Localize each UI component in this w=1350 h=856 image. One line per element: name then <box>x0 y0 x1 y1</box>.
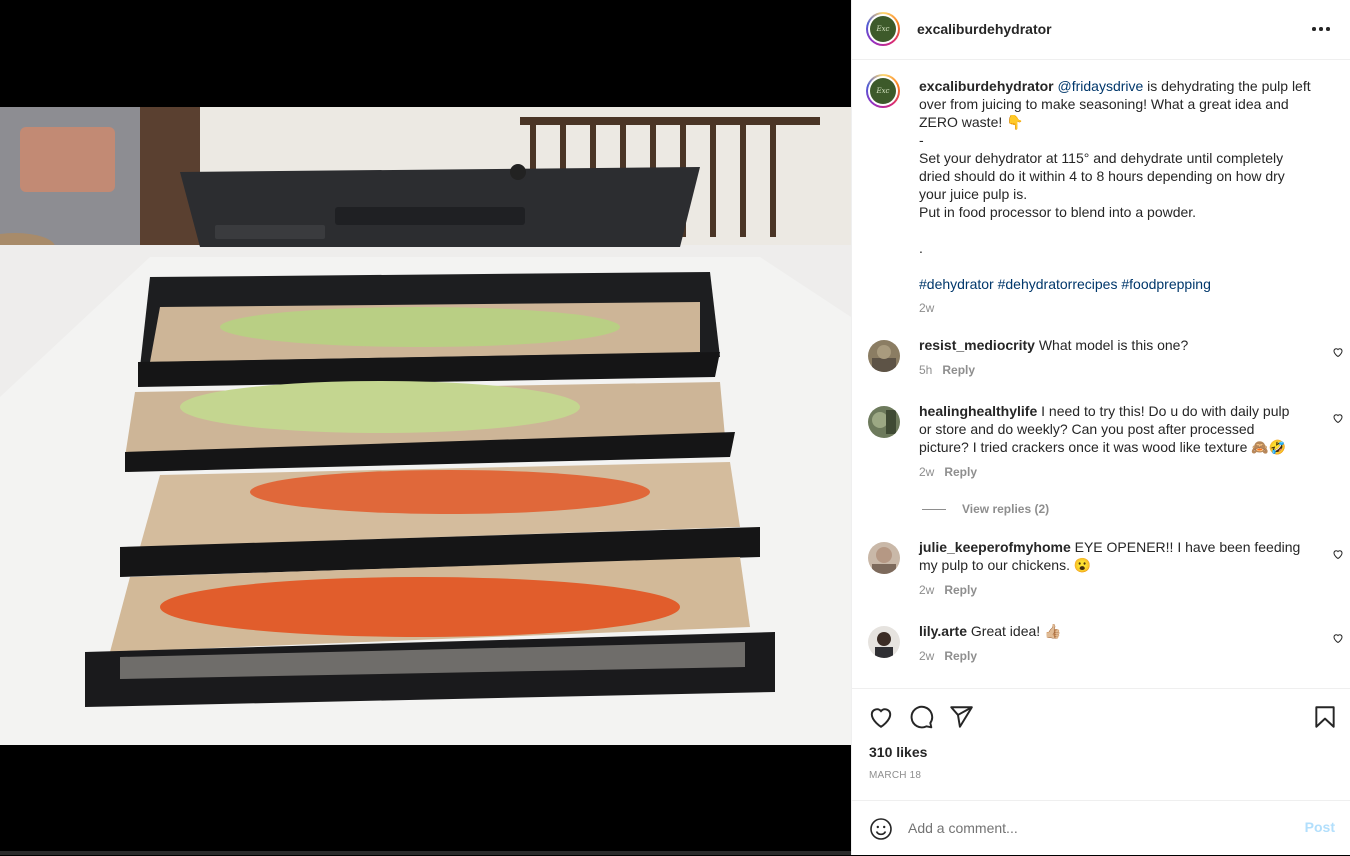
comment-username[interactable]: lily.arte <box>919 623 967 639</box>
hashtag-link[interactable]: #dehydrator <box>919 276 994 292</box>
comment-age: 5h <box>919 363 933 377</box>
comments-section[interactable]: Exc excaliburdehydrator @fridaysdrive is… <box>852 60 1350 688</box>
post-actions: 310 likes MARCH 18 <box>852 688 1350 811</box>
post-comment-button[interactable]: Post <box>1305 819 1335 835</box>
view-replies-label: View replies (2) <box>962 502 1050 516</box>
post-media-pane <box>0 0 851 855</box>
brand-logo-icon: Exc <box>870 78 896 104</box>
commenter-avatar[interactable] <box>868 626 900 658</box>
more-options-icon[interactable] <box>1312 21 1332 37</box>
post-header: Exc excaliburdehydrator <box>852 0 1350 60</box>
caption-dash: - <box>919 132 924 148</box>
comment-age: 2w <box>919 649 935 663</box>
comment-text: Great idea! 👍🏼 <box>970 623 1062 639</box>
caption-avatar[interactable]: Exc <box>866 74 900 108</box>
heart-icon[interactable] <box>1332 346 1344 358</box>
comment-username[interactable]: healinghealthylife <box>919 403 1037 419</box>
author-avatar[interactable]: Exc <box>866 12 900 46</box>
author-username[interactable]: excaliburdehydrator <box>917 21 1052 37</box>
add-comment-input[interactable] <box>908 817 1278 839</box>
caption-username[interactable]: excaliburdehydrator <box>919 78 1054 94</box>
dehydrator-photo <box>0 107 851 745</box>
caption-mention[interactable]: @fridaysdrive <box>1058 78 1144 94</box>
caption-hashtags: #dehydrator #dehydratorrecipes #foodprep… <box>919 275 1314 293</box>
caption-line-3: Put in food processor to blend into a po… <box>919 204 1197 220</box>
emoji-icon[interactable] <box>869 817 893 841</box>
comment-icon[interactable] <box>908 704 934 730</box>
commenter-avatar[interactable] <box>868 406 900 438</box>
reply-button[interactable]: Reply <box>942 363 975 377</box>
reply-button[interactable]: Reply <box>944 649 977 663</box>
post-date: MARCH 18 <box>869 770 922 781</box>
reply-button[interactable]: Reply <box>944 465 977 479</box>
caption-dot: . <box>919 240 923 256</box>
post-photo[interactable] <box>0 107 851 745</box>
caption-age: 2w <box>919 301 935 315</box>
commenter-avatar[interactable] <box>868 340 900 372</box>
reply-button[interactable]: Reply <box>944 583 977 597</box>
media-bottom-edge <box>0 851 851 855</box>
hashtag-link[interactable]: #foodprepping <box>1121 276 1211 292</box>
heart-icon[interactable] <box>868 704 894 730</box>
add-comment-bar: Post <box>852 800 1350 856</box>
likes-count[interactable]: 310 likes <box>869 744 927 760</box>
share-icon[interactable] <box>948 704 974 730</box>
comment-text: What model is this one? <box>1038 337 1189 353</box>
post-side-panel: Exc excaliburdehydrator Exc excaliburdeh… <box>851 0 1350 855</box>
bookmark-icon[interactable] <box>1312 704 1338 730</box>
comment-username[interactable]: resist_mediocrity <box>919 337 1035 353</box>
comment-age: 2w <box>919 583 935 597</box>
view-replies-button[interactable]: View replies (2) <box>922 502 1049 516</box>
caption-line-2: Set your dehydrator at 115° and dehydrat… <box>919 150 1285 202</box>
commenter-avatar[interactable] <box>868 542 900 574</box>
comment-username[interactable]: julie_keeperofmyhome <box>919 539 1071 555</box>
brand-logo-icon: Exc <box>870 16 896 42</box>
hashtag-link[interactable]: #dehydratorrecipes <box>998 276 1118 292</box>
heart-icon[interactable] <box>1332 412 1344 424</box>
heart-icon[interactable] <box>1332 548 1344 560</box>
heart-icon[interactable] <box>1332 632 1344 644</box>
caption-text: excaliburdehydrator @fridaysdrive is deh… <box>919 77 1314 317</box>
comment-age: 2w <box>919 465 935 479</box>
